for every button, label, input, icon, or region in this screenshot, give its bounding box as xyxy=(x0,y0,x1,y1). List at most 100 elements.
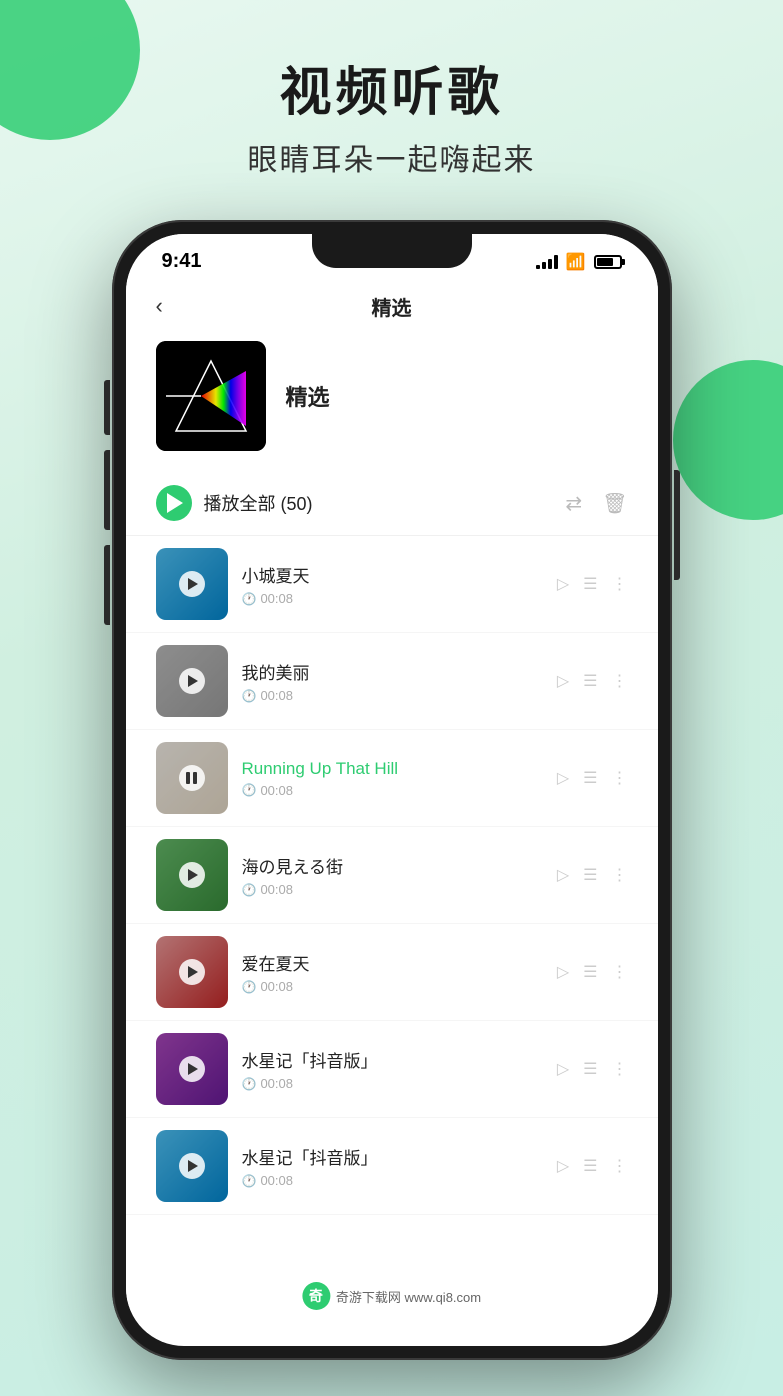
song-actions: ▷ ☰ ⋮ xyxy=(557,671,628,691)
watermark-logo: 奇 xyxy=(302,1282,330,1310)
video-icon[interactable]: ▷ xyxy=(557,962,569,982)
video-icon[interactable]: ▷ xyxy=(557,1156,569,1176)
song-title: 海の見える街 xyxy=(242,853,543,878)
song-thumb xyxy=(156,645,228,717)
song-duration: 🕐 00:08 xyxy=(242,1076,543,1091)
main-title: 视频听歌 xyxy=(0,50,783,125)
menu-icon[interactable]: ☰ xyxy=(583,865,597,885)
list-item[interactable]: 水星记「抖音版」 🕐 00:08 ▷ ☰ ⋮ xyxy=(126,1021,658,1118)
more-icon[interactable]: ⋮ xyxy=(612,671,628,691)
phone-btn-vol-down xyxy=(104,545,110,625)
song-duration: 🕐 00:08 xyxy=(242,591,543,606)
song-thumb xyxy=(156,548,228,620)
song-info: 我的美丽 🕐 00:08 xyxy=(242,659,543,703)
song-thumb xyxy=(156,742,228,814)
phone-screen: 9:41 📶 ‹ xyxy=(126,234,658,1346)
app-content: ‹ 精选 xyxy=(126,281,658,1333)
song-info: 水星记「抖音版」 🕐 00:08 xyxy=(242,1047,543,1091)
clock-icon: 🕐 xyxy=(242,1077,257,1091)
clock-icon: 🕐 xyxy=(242,1174,257,1188)
song-actions: ▷ ☰ ⋮ xyxy=(557,768,628,788)
video-icon[interactable]: ▷ xyxy=(557,1059,569,1079)
phone-outer: 9:41 📶 ‹ xyxy=(112,220,672,1360)
watermark-text: 奇游下载网 www.qi8.com xyxy=(336,1287,481,1306)
menu-icon[interactable]: ☰ xyxy=(583,962,597,982)
playlist-cover xyxy=(156,341,266,451)
signal-icon xyxy=(536,255,558,269)
cover-art xyxy=(156,341,266,451)
song-title: 水星记「抖音版」 xyxy=(242,1144,543,1169)
menu-icon[interactable]: ☰ xyxy=(583,671,597,691)
more-icon[interactable]: ⋮ xyxy=(612,865,628,885)
status-time: 9:41 xyxy=(162,250,202,273)
menu-icon[interactable]: ☰ xyxy=(583,1059,597,1079)
song-actions: ▷ ☰ ⋮ xyxy=(557,574,628,594)
song-list: 小城夏天 🕐 00:08 ▷ ☰ ⋮ xyxy=(126,536,658,1333)
song-actions: ▷ ☰ ⋮ xyxy=(557,1156,628,1176)
song-title: 水星记「抖音版」 xyxy=(242,1047,543,1072)
song-title: 我的美丽 xyxy=(242,659,543,684)
list-item[interactable]: 我的美丽 🕐 00:08 ▷ ☰ ⋮ xyxy=(126,633,658,730)
list-item[interactable]: Running Up That Hill 🕐 00:08 ▷ ☰ ⋮ xyxy=(126,730,658,827)
song-info: 海の見える街 🕐 00:08 xyxy=(242,853,543,897)
clock-icon: 🕐 xyxy=(242,980,257,994)
play-all-button[interactable] xyxy=(156,485,192,521)
song-actions: ▷ ☰ ⋮ xyxy=(557,962,628,982)
header-area: 视频听歌 眼睛耳朵一起嗨起来 xyxy=(0,50,783,179)
song-info: 小城夏天 🕐 00:08 xyxy=(242,562,543,606)
nav-bar: ‹ 精选 xyxy=(126,281,658,331)
nav-title: 精选 xyxy=(372,292,412,321)
menu-icon[interactable]: ☰ xyxy=(583,574,597,594)
phone-btn-power xyxy=(674,470,680,580)
play-all-text: 播放全部 (50) xyxy=(204,490,566,516)
video-icon[interactable]: ▷ xyxy=(557,865,569,885)
more-icon[interactable]: ⋮ xyxy=(612,1156,628,1176)
song-title: 爱在夏天 xyxy=(242,950,543,975)
battery-icon xyxy=(594,255,622,269)
song-actions: ▷ ☰ ⋮ xyxy=(557,865,628,885)
song-info: Running Up That Hill 🕐 00:08 xyxy=(242,759,543,798)
song-thumb xyxy=(156,936,228,1008)
list-item[interactable]: 爱在夏天 🕐 00:08 ▷ ☰ ⋮ xyxy=(126,924,658,1021)
menu-icon[interactable]: ☰ xyxy=(583,1156,597,1176)
back-button[interactable]: ‹ xyxy=(156,293,163,319)
video-icon[interactable]: ▷ xyxy=(557,671,569,691)
song-duration: 🕐 00:08 xyxy=(242,979,543,994)
clock-icon: 🕐 xyxy=(242,783,257,797)
song-duration: 🕐 00:08 xyxy=(242,1173,543,1188)
phone-btn-silent xyxy=(104,380,110,435)
play-all-actions: ⇄ 🗑 xyxy=(565,491,627,516)
video-icon[interactable]: ▷ xyxy=(557,768,569,788)
watermark: 奇 奇游下载网 www.qi8.com xyxy=(286,1276,497,1316)
play-all-icon xyxy=(167,493,183,513)
shuffle-icon[interactable]: ⇄ xyxy=(565,491,582,516)
song-title: 小城夏天 xyxy=(242,562,543,587)
sub-title: 眼睛耳朵一起嗨起来 xyxy=(0,135,783,179)
more-icon[interactable]: ⋮ xyxy=(612,1059,628,1079)
phone-notch xyxy=(312,234,472,268)
wifi-icon: 📶 xyxy=(566,252,586,272)
phone-wrapper: 9:41 📶 ‹ xyxy=(112,220,672,1360)
song-info: 爱在夏天 🕐 00:08 xyxy=(242,950,543,994)
menu-icon[interactable]: ☰ xyxy=(583,768,597,788)
play-all-bar[interactable]: 播放全部 (50) ⇄ 🗑 xyxy=(126,471,658,536)
clock-icon: 🕐 xyxy=(242,883,257,897)
more-icon[interactable]: ⋮ xyxy=(612,768,628,788)
song-info: 水星记「抖音版」 🕐 00:08 xyxy=(242,1144,543,1188)
delete-icon[interactable]: 🗑 xyxy=(602,491,627,516)
phone-btn-vol-up xyxy=(104,450,110,530)
list-item[interactable]: 小城夏天 🕐 00:08 ▷ ☰ ⋮ xyxy=(126,536,658,633)
status-icons: 📶 xyxy=(536,252,622,272)
song-thumb xyxy=(156,839,228,911)
bg-circle-right xyxy=(673,360,783,520)
song-duration: 🕐 00:08 xyxy=(242,688,543,703)
playlist-header: 精选 xyxy=(126,331,658,471)
list-item[interactable]: 海の見える街 🕐 00:08 ▷ ☰ ⋮ xyxy=(126,827,658,924)
song-title: Running Up That Hill xyxy=(242,759,543,779)
playlist-name: 精选 xyxy=(286,380,330,412)
song-actions: ▷ ☰ ⋮ xyxy=(557,1059,628,1079)
list-item[interactable]: 水星记「抖音版」 🕐 00:08 ▷ ☰ ⋮ xyxy=(126,1118,658,1215)
more-icon[interactable]: ⋮ xyxy=(612,962,628,982)
video-icon[interactable]: ▷ xyxy=(557,574,569,594)
more-icon[interactable]: ⋮ xyxy=(612,574,628,594)
